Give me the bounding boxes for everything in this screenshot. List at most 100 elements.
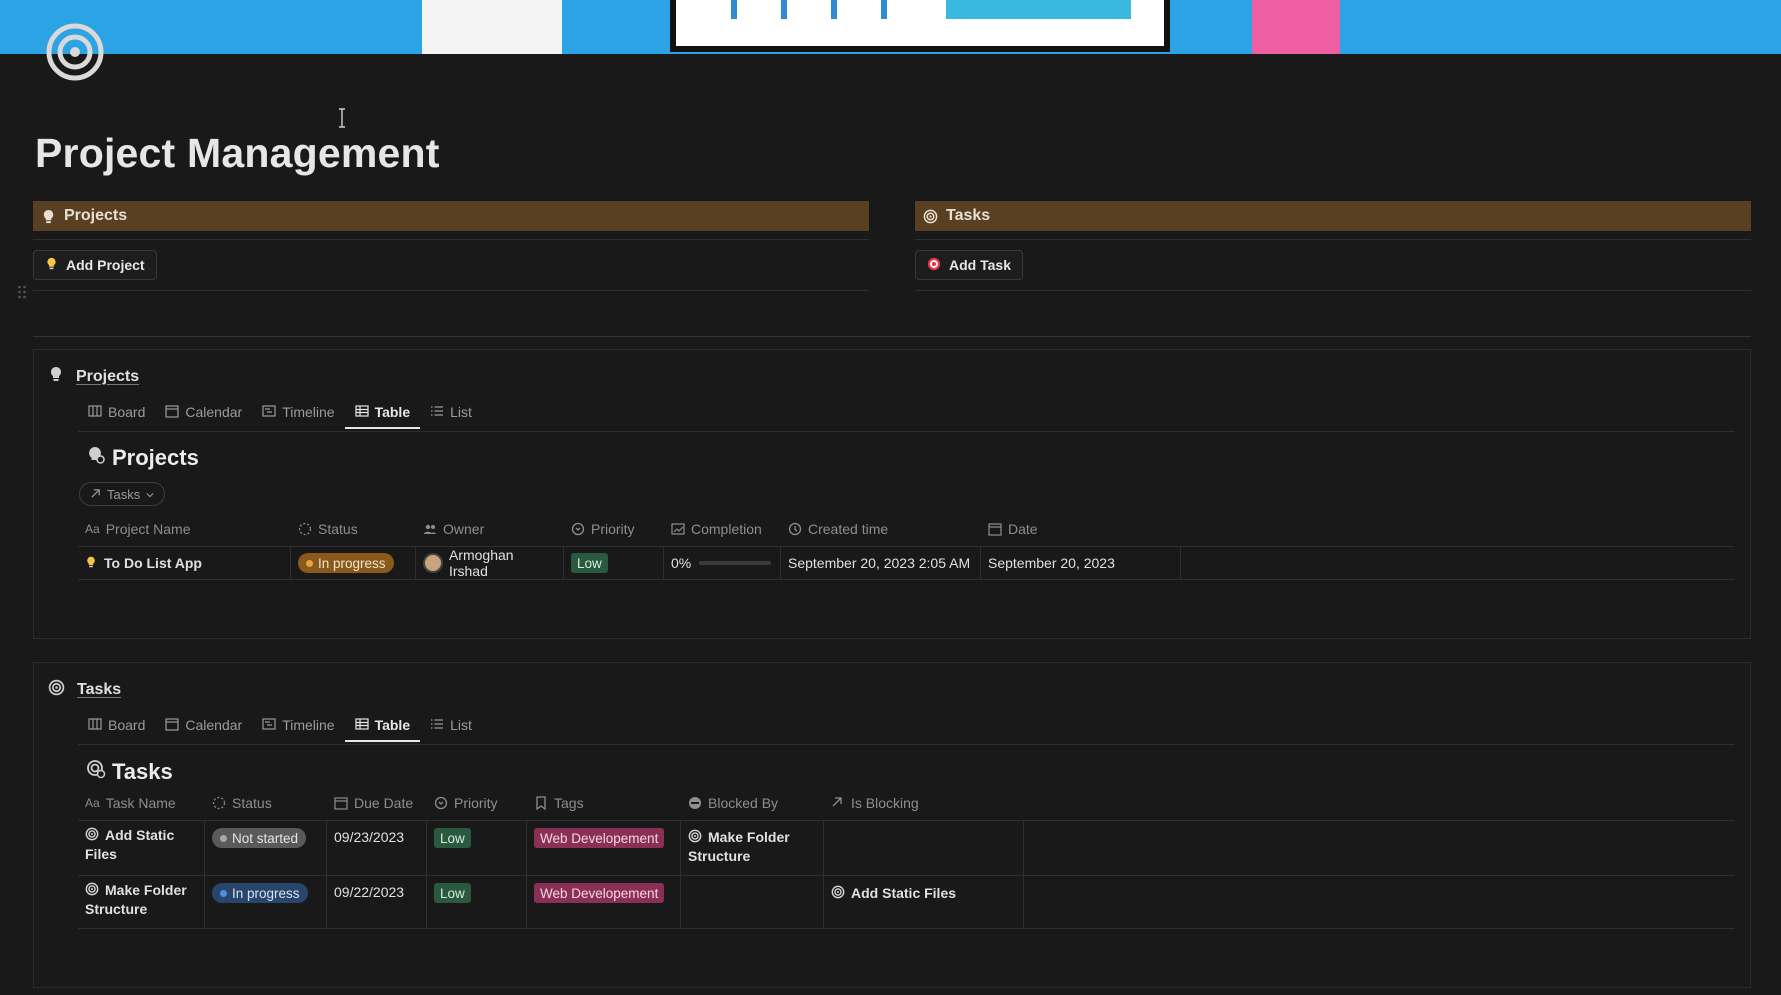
completion-text: 0%	[671, 555, 692, 571]
col-owner[interactable]: Owner	[416, 514, 564, 544]
status-text: Not started	[232, 830, 299, 846]
priority-tag: Low	[434, 828, 471, 848]
tab-calendar[interactable]: Calendar	[163, 709, 244, 741]
col-project-name[interactable]: Aa Project Name	[78, 514, 291, 544]
task-status-cell[interactable]: In progress	[205, 876, 327, 928]
col-label: Is Blocking	[851, 795, 919, 811]
owner-name: Armoghan Irshad	[448, 547, 514, 579]
arrow-up-right-icon	[90, 487, 101, 502]
task-name-line2: Files	[85, 846, 117, 862]
avatar	[423, 553, 443, 573]
project-created-cell[interactable]: September 20, 2023 2:05 AM	[781, 547, 981, 579]
col-label: Date	[1008, 521, 1038, 537]
projects-table-title-text: Projects	[112, 445, 199, 470]
tab-table[interactable]: Table	[344, 396, 420, 429]
tasks-table-title[interactable]: Tasks	[86, 759, 173, 785]
chevron-down-icon	[146, 487, 154, 502]
table-row[interactable]: Add Static Files Not started 09/23/2023 …	[78, 820, 1734, 875]
task-is-blocking-cell[interactable]	[824, 821, 1024, 875]
calendar-icon	[334, 796, 348, 810]
blocked-by-line2: Structure	[688, 848, 751, 864]
created-time: September 20, 2023 2:05 AM	[788, 555, 971, 571]
project-completion-cell[interactable]: 0%	[664, 547, 781, 579]
status-text: In progress	[232, 885, 300, 901]
tab-table[interactable]: Table	[344, 709, 420, 742]
tasks-db-header[interactable]: Tasks	[48, 679, 121, 701]
target-icon[interactable]	[45, 22, 105, 82]
col-completion[interactable]: Completion	[664, 514, 781, 544]
priority-icon	[571, 522, 585, 536]
col-blocked-by[interactable]: Blocked By	[681, 788, 824, 818]
tasks-filter-chip[interactable]: Tasks	[79, 482, 166, 506]
priority-tag: Low	[571, 553, 608, 573]
project-owner-cell[interactable]: Armoghan Irshad	[416, 547, 564, 579]
tasks-db-link[interactable]: Tasks	[77, 681, 121, 699]
project-date-cell[interactable]: September 20, 2023	[981, 547, 1181, 579]
col-status[interactable]: Status	[291, 514, 416, 544]
add-project-button[interactable]: Add Project	[33, 250, 157, 280]
task-tags-cell[interactable]: Web Developement	[527, 876, 681, 928]
add-task-button[interactable]: Add Task	[915, 250, 1023, 280]
tab-calendar[interactable]: Calendar	[163, 396, 244, 428]
board-icon	[88, 717, 102, 734]
tasks-table-title-text: Tasks	[112, 759, 173, 784]
tab-timeline[interactable]: Timeline	[260, 396, 336, 428]
priority-tag: Low	[434, 883, 471, 903]
tab-list[interactable]: List	[428, 709, 474, 741]
task-due-cell[interactable]: 09/23/2023	[327, 821, 427, 875]
tab-calendar-label: Calendar	[185, 404, 243, 420]
col-due-date[interactable]: Due Date	[327, 788, 427, 818]
task-is-blocking-cell[interactable]: Add Static Files	[824, 876, 1024, 928]
task-priority-cell[interactable]: Low	[427, 821, 527, 875]
tab-board[interactable]: Board	[86, 396, 147, 428]
table-row[interactable]: Make Folder Structure In progress 09/22/…	[78, 875, 1734, 929]
task-name-cell[interactable]: Make Folder Structure	[78, 876, 205, 928]
add-project-label: Add Project	[66, 257, 145, 273]
task-tags-cell[interactable]: Web Developement	[527, 821, 681, 875]
col-tags[interactable]: Tags	[527, 788, 681, 818]
col-priority[interactable]: Priority	[427, 788, 527, 818]
cover-image[interactable]	[0, 0, 1781, 54]
drag-handle-icon[interactable]	[17, 284, 27, 300]
col-priority[interactable]: Priority	[564, 514, 664, 544]
col-status[interactable]: Status	[205, 788, 327, 818]
projects-table-header: Aa Project Name Status Owner Priority Com…	[78, 514, 1181, 544]
tab-board[interactable]: Board	[86, 709, 147, 741]
cover-pink-shape	[1252, 0, 1340, 54]
task-status-cell[interactable]: Not started	[205, 821, 327, 875]
col-task-name[interactable]: Aa Task Name	[78, 788, 205, 818]
projects-table-title[interactable]: Projects	[86, 445, 199, 471]
tasks-view-tabs: Board Calendar Timeline Table List	[86, 709, 474, 742]
projects-callout: Projects	[33, 201, 869, 231]
target-icon	[831, 885, 845, 902]
project-name-cell[interactable]: To Do List App	[78, 547, 291, 579]
timeline-icon	[262, 717, 276, 734]
arrow-up-right-icon	[831, 796, 845, 810]
projects-db-header[interactable]: Projects	[48, 366, 139, 387]
add-task-label: Add Task	[949, 257, 1011, 273]
board-icon	[88, 404, 102, 421]
tasks-database: Tasks Board Calendar Timeline Table List…	[33, 662, 1751, 988]
due-date: 09/23/2023	[334, 829, 405, 845]
col-label: Status	[232, 795, 272, 811]
col-created-time[interactable]: Created time	[781, 514, 981, 544]
task-blocked-by-cell[interactable]	[681, 876, 824, 928]
status-badge: Not started	[212, 828, 307, 848]
task-due-cell[interactable]: 09/22/2023	[327, 876, 427, 928]
project-status-cell[interactable]: In progress	[291, 547, 416, 579]
table-row[interactable]: To Do List App In progress Armoghan Irsh…	[78, 546, 1734, 580]
task-blocked-by-cell[interactable]: Make Folder Structure	[681, 821, 824, 875]
col-label: Owner	[443, 521, 485, 537]
projects-db-link[interactable]: Projects	[76, 368, 139, 386]
tab-list[interactable]: List	[428, 396, 474, 428]
due-date: 09/22/2023	[334, 884, 405, 900]
col-is-blocking[interactable]: Is Blocking	[824, 788, 1024, 818]
tab-list-label: List	[450, 404, 472, 420]
tab-timeline[interactable]: Timeline	[260, 709, 336, 741]
col-date[interactable]: Date	[981, 514, 1181, 544]
page-title[interactable]: Project Management	[35, 130, 440, 177]
target-icon	[48, 679, 65, 701]
task-priority-cell[interactable]: Low	[427, 876, 527, 928]
task-name-cell[interactable]: Add Static Files	[78, 821, 205, 875]
project-priority-cell[interactable]: Low	[564, 547, 664, 579]
